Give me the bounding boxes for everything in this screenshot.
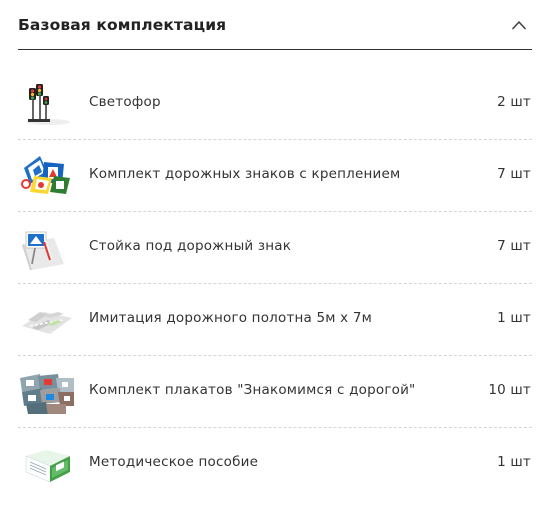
list-item: Светофор 2 шт: [18, 68, 532, 140]
item-quantity: 1 шт: [497, 454, 531, 470]
section-title: Базовая комплектация: [18, 16, 227, 34]
road-signs-set-image: [21, 156, 70, 194]
manual-book-image: [25, 450, 70, 483]
kit-items-list: Светофор 2 шт Комплект дорожных знаков с: [18, 68, 532, 500]
list-item: Комплект плакатов "Знакомимся с дорогой"…: [18, 356, 532, 428]
posters-set-image: [20, 374, 74, 414]
list-item: Комплект дорожных знаков с креплением 7 …: [18, 140, 532, 212]
item-name: Светофор: [89, 94, 161, 110]
traffic-light-image: [26, 84, 70, 125]
section-header[interactable]: Базовая комплектация: [18, 0, 532, 50]
list-item: Стойка под дорожный знак 7 шт: [18, 212, 532, 284]
chevron-up-icon[interactable]: [512, 20, 526, 30]
item-name: Комплект плакатов "Знакомимся с дорогой": [89, 382, 416, 398]
item-name: Стойка под дорожный знак: [89, 238, 292, 254]
item-quantity: 7 шт: [497, 166, 531, 182]
road-surface-mat-image: [22, 312, 72, 334]
list-item: Методическое пособие 1 шт: [18, 428, 532, 500]
basic-kit-panel: Базовая комплектация Светофор 2 шт Компл…: [0, 0, 548, 514]
item-name: Имитация дорожного полотна 5м х 7м: [89, 310, 373, 326]
item-quantity: 1 шт: [497, 310, 531, 326]
item-quantity: 2 шт: [497, 94, 531, 110]
list-item: Имитация дорожного полотна 5м х 7м 1 шт: [18, 284, 532, 356]
item-quantity: 10 шт: [488, 382, 531, 398]
item-name: Методическое пособие: [89, 454, 259, 470]
item-quantity: 7 шт: [497, 238, 531, 254]
sign-stand-image: [22, 231, 64, 270]
item-name: Комплект дорожных знаков с креплением: [89, 166, 401, 182]
